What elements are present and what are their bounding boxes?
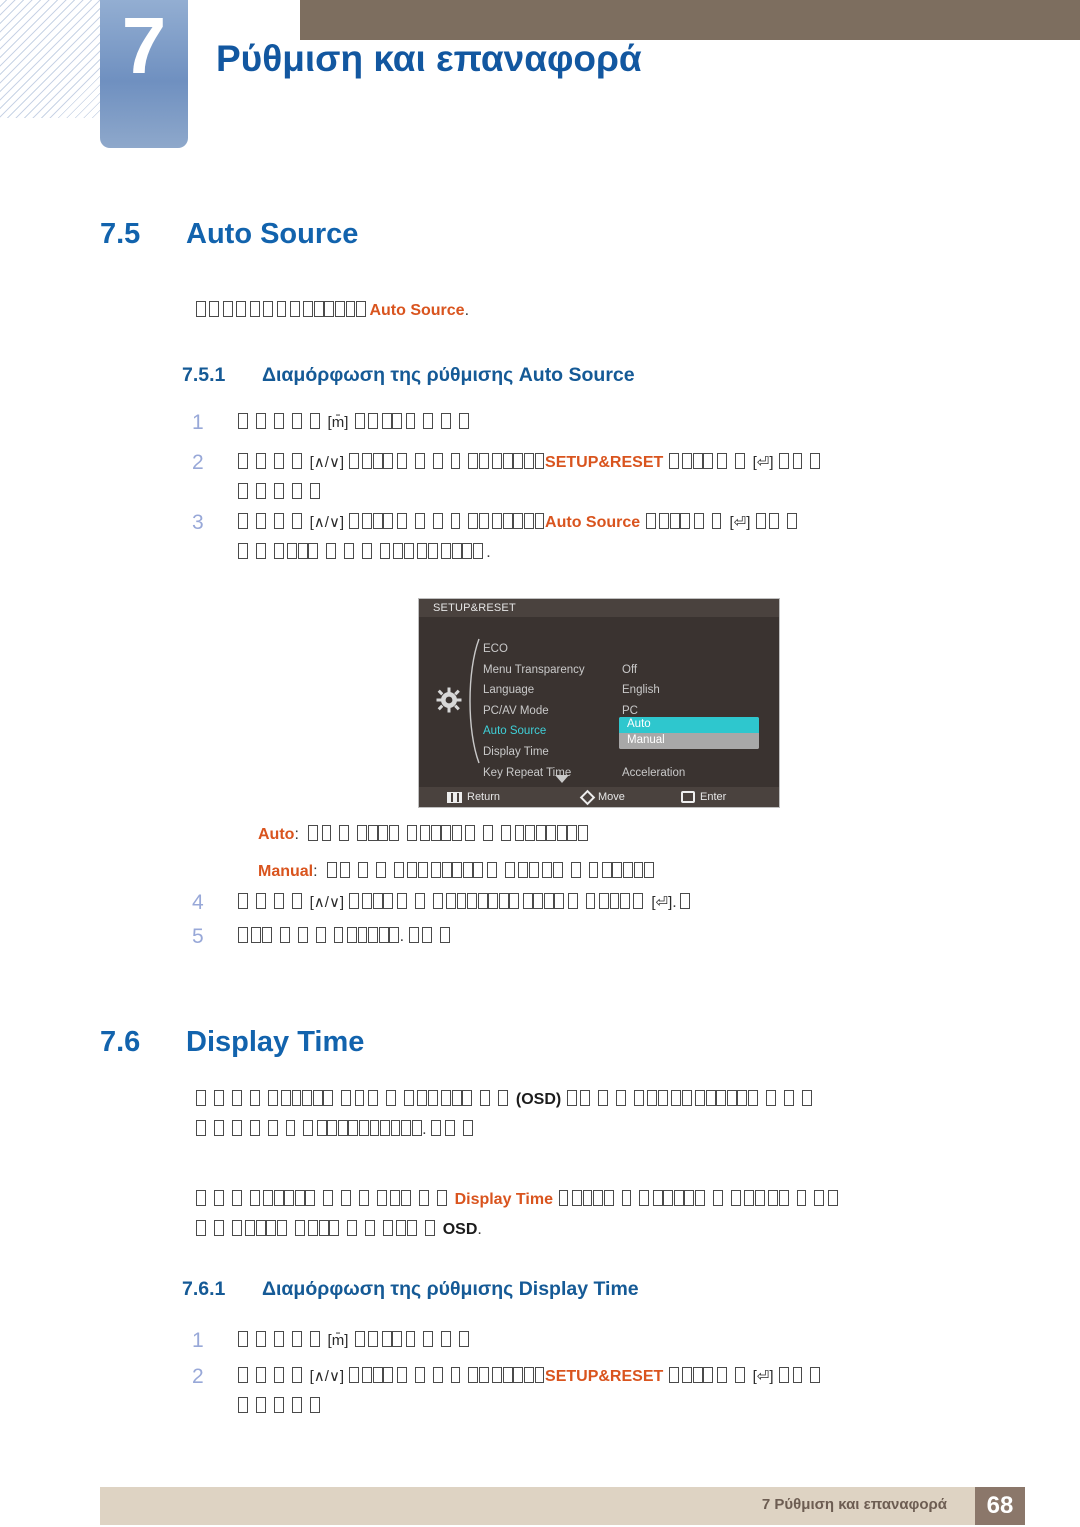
term-setup-reset: SETUP&RESET bbox=[545, 454, 664, 471]
osd-footer-move[interactable]: Move bbox=[579, 787, 625, 807]
key-updown: [∧/∨] bbox=[309, 454, 345, 471]
footer-chapter-label: 7 Ρύθμιση και επαναφορά bbox=[761, 1496, 947, 1513]
page-footer-bar: 7 Ρύθμιση και επαναφορά bbox=[100, 1487, 1025, 1525]
key-menu: [m̄] bbox=[327, 1332, 349, 1349]
step-marker: 5 bbox=[192, 925, 204, 948]
osd-footer-return-label: Return bbox=[467, 791, 501, 803]
term-auto-source: Auto Source bbox=[545, 514, 641, 531]
step-body: [∧/∨] SETUP&RESET [⏎] bbox=[238, 448, 1004, 508]
step-marker: 3 bbox=[192, 511, 204, 534]
step-body: [m̄] bbox=[238, 408, 892, 438]
list-item: 5 . bbox=[192, 922, 1004, 952]
osd-value-language: English bbox=[622, 684, 660, 697]
osd-item-language[interactable]: Language bbox=[483, 680, 643, 701]
key-updown: [∧/∨] bbox=[309, 514, 345, 531]
list-item: 1 [m̄] bbox=[192, 408, 892, 438]
step-marker: 1 bbox=[192, 411, 204, 434]
chapter-number-tab: 7 bbox=[100, 0, 188, 148]
section-title-75: Auto Source bbox=[186, 218, 359, 250]
key-updown: [∧/∨] bbox=[309, 1368, 345, 1385]
section-75-intro: Auto Source. bbox=[196, 296, 469, 326]
key-enter: [⏎] bbox=[729, 514, 751, 531]
chapter-number: 7 bbox=[121, 1, 167, 90]
term-osd-2: OSD bbox=[442, 1221, 478, 1238]
key-menu: [m̄] bbox=[327, 414, 349, 431]
list-item: 4 [∧/∨] [⏎]. bbox=[192, 888, 1004, 918]
osd-menu-list[interactable]: ECO Menu Transparency Language PC/AV Mod… bbox=[483, 639, 643, 783]
header-brown-bar bbox=[300, 0, 1080, 40]
key-enter: [⏎] bbox=[752, 1368, 774, 1385]
option-label-auto: Auto bbox=[258, 826, 295, 843]
term-osd-1: (OSD) bbox=[515, 1091, 562, 1108]
osd-auto-source-dropdown[interactable]: Auto Manual bbox=[619, 717, 759, 749]
term-setup-reset: SETUP&RESET bbox=[545, 1368, 664, 1385]
section-number-76: 7.6 bbox=[100, 1026, 141, 1058]
section-76-para2: Display Time OSD. bbox=[196, 1185, 1008, 1245]
move-icon bbox=[579, 789, 596, 805]
section-76-para1: (OSD) . bbox=[196, 1085, 1008, 1145]
osd-title: SETUP&RESET bbox=[419, 599, 779, 617]
return-icon bbox=[447, 791, 462, 803]
step-body: [∧/∨] Auto Source [⏎] . bbox=[238, 508, 1004, 568]
osd-value-eco bbox=[622, 639, 685, 660]
osd-footer-enter[interactable]: Enter bbox=[681, 787, 726, 807]
enter-icon bbox=[681, 791, 695, 803]
key-updown: [∧/∨] bbox=[309, 894, 345, 911]
key-enter: [⏎] bbox=[651, 894, 673, 911]
chapter-title: Ρύθμιση και επαναφορά bbox=[216, 38, 642, 79]
osd-value-menu-transparency: Off bbox=[622, 663, 638, 676]
subsection-number-761: 7.6.1 bbox=[182, 1278, 226, 1300]
step-body: [m̄] bbox=[238, 1326, 892, 1356]
osd-value-key-repeat-time: Acceleration bbox=[622, 766, 686, 779]
term-display-time: Display Time bbox=[454, 1191, 553, 1208]
step-body: [∧/∨] SETUP&RESET [⏎] bbox=[238, 1362, 1004, 1422]
osd-item-menu-transparency[interactable]: Menu Transparency bbox=[483, 660, 643, 681]
osd-option-manual[interactable]: Manual bbox=[619, 733, 759, 749]
chevron-down-icon bbox=[555, 775, 569, 783]
osd-footer-return[interactable]: Return bbox=[447, 787, 500, 807]
osd-footer-move-label: Move bbox=[598, 791, 625, 803]
term-auto-source: Auto Source bbox=[369, 302, 465, 319]
osd-value-column: Off English PC Acceleration bbox=[622, 639, 685, 783]
osd-option-auto[interactable]: Auto bbox=[619, 717, 759, 733]
page-number: 68 bbox=[975, 1487, 1025, 1525]
osd-item-eco[interactable]: ECO bbox=[483, 639, 643, 660]
subsection-number-751: 7.5.1 bbox=[182, 364, 226, 386]
page-header: 7 Ρύθμιση και επαναφορά bbox=[0, 0, 1080, 160]
subsection-heading-761: 7.6.1 Διαμόρφωση της ρύθμισης Display Ti… bbox=[182, 1278, 639, 1301]
key-enter: [⏎] bbox=[752, 454, 774, 471]
subsection-title-761: Διαμόρφωση της ρύθμισης Display Time bbox=[262, 1278, 639, 1300]
list-item: 2 [∧/∨] SETUP&RESET [⏎] bbox=[192, 1362, 1004, 1422]
step-body: [∧/∨] [⏎]. bbox=[238, 888, 1004, 918]
section-number-75: 7.5 bbox=[100, 218, 141, 250]
osd-footer-enter-label: Enter bbox=[700, 791, 727, 803]
list-item: 1 [m̄] bbox=[192, 1326, 892, 1356]
osd-footer-bar: Return Move Enter bbox=[419, 787, 779, 807]
gear-icon bbox=[436, 687, 462, 713]
step-marker: 2 bbox=[192, 1365, 204, 1388]
subsection-title-751: Διαμόρφωση της ρύθμισης Auto Source bbox=[262, 364, 635, 386]
osd-screenshot: SETUP&RESET ECO Menu Transparency Langua… bbox=[418, 598, 780, 808]
menu-arc-decoration bbox=[469, 638, 480, 764]
option-label-manual: Manual bbox=[258, 863, 314, 880]
section-heading-76: 7.6 Display Time bbox=[100, 1026, 364, 1059]
list-item: 2 [∧/∨] SETUP&RESET [⏎] bbox=[192, 448, 1004, 508]
option-description-manual: Manual: bbox=[258, 857, 657, 887]
step-body: . bbox=[238, 922, 1004, 952]
step-marker: 1 bbox=[192, 1329, 204, 1352]
list-item: 3 [∧/∨] Auto Source [⏎] . bbox=[192, 508, 1004, 568]
step-marker: 2 bbox=[192, 451, 204, 474]
option-description-auto: Auto: bbox=[258, 820, 591, 850]
section-title-76: Display Time bbox=[186, 1026, 365, 1058]
section-heading-75: 7.5 Auto Source bbox=[100, 218, 358, 251]
intro-period: . bbox=[464, 302, 470, 319]
step-marker: 4 bbox=[192, 891, 204, 914]
hatch-decoration bbox=[0, 0, 100, 118]
subsection-heading-751: 7.5.1 Διαμόρφωση της ρύθμισης Auto Sourc… bbox=[182, 364, 635, 387]
